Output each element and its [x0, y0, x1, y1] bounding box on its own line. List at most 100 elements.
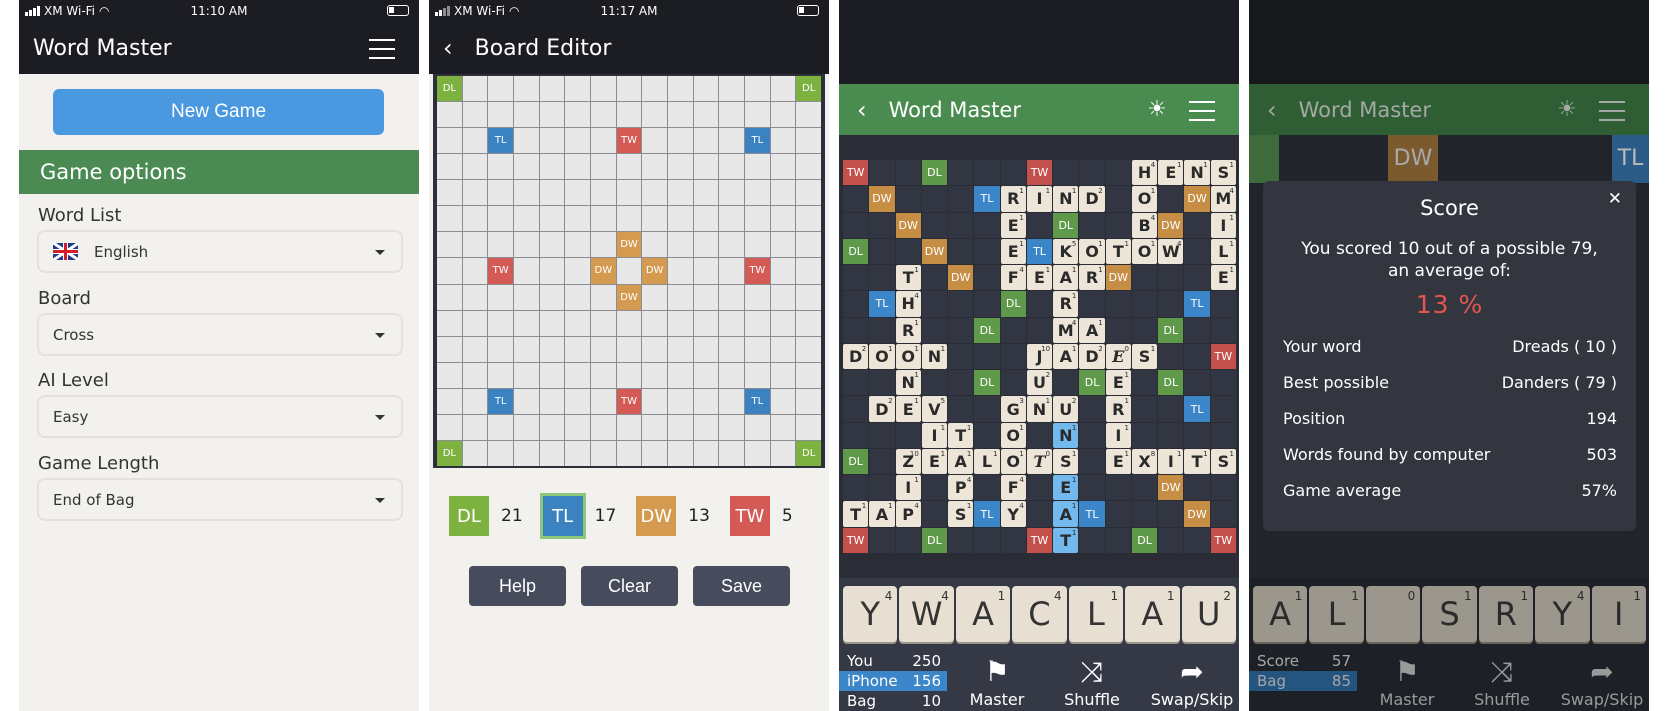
board-square[interactable] — [948, 527, 974, 553]
board-square[interactable] — [1184, 370, 1210, 396]
rack-tile[interactable]: 0 — [1365, 586, 1421, 642]
premium-square-dw[interactable]: DW — [1184, 501, 1210, 527]
premium-square-dw[interactable]: DW — [948, 265, 974, 291]
back-icon[interactable]: ‹ — [1267, 98, 1277, 122]
board-square[interactable] — [565, 336, 590, 362]
board-square[interactable] — [770, 310, 796, 336]
board-square[interactable] — [869, 527, 895, 553]
premium-square-tl[interactable]: TL — [974, 501, 1000, 527]
board-square[interactable] — [437, 102, 462, 128]
swap-skip-button[interactable]: ➦ Swap/Skip — [1557, 654, 1647, 709]
board-square[interactable] — [667, 310, 693, 336]
board-square[interactable] — [770, 180, 796, 206]
board-square[interactable] — [948, 238, 974, 265]
board-square[interactable] — [1210, 501, 1236, 527]
board-square[interactable] — [539, 206, 565, 232]
board-square[interactable] — [869, 448, 895, 475]
board-square[interactable] — [513, 336, 539, 362]
board-square[interactable] — [642, 180, 667, 206]
rack-tile[interactable]: A1 — [1125, 586, 1180, 642]
board-square[interactable] — [974, 475, 1000, 501]
board-square[interactable] — [1184, 265, 1210, 291]
board-square[interactable] — [590, 76, 616, 102]
sun-icon[interactable]: ☀ — [1145, 98, 1169, 122]
board-square[interactable] — [843, 291, 869, 317]
board-square[interactable] — [590, 206, 616, 232]
board-square[interactable] — [488, 336, 513, 362]
board-square[interactable] — [869, 160, 895, 186]
rack-tile[interactable]: U2 — [1181, 586, 1236, 642]
board-square[interactable] — [693, 180, 719, 206]
board-square[interactable] — [1158, 396, 1184, 422]
board-square[interactable] — [895, 527, 921, 553]
board-square[interactable] — [796, 388, 821, 414]
board-square[interactable] — [948, 186, 974, 212]
premium-square-dw[interactable]: DW — [616, 232, 642, 258]
board-square[interactable] — [1184, 212, 1210, 238]
rack-tile[interactable]: W4 — [899, 586, 954, 642]
premium-square-dl[interactable]: DL — [1053, 212, 1079, 238]
premium-square-tl[interactable]: TL — [1184, 291, 1210, 317]
board-square[interactable] — [1026, 212, 1053, 238]
board-square[interactable] — [462, 310, 488, 336]
board-square[interactable] — [895, 422, 921, 448]
board-square[interactable] — [948, 160, 974, 186]
board-square[interactable] — [843, 212, 869, 238]
board-square[interactable] — [796, 128, 821, 154]
board-square[interactable] — [719, 388, 744, 414]
board-square[interactable] — [437, 362, 462, 388]
premium-chip-tw[interactable]: TW — [729, 496, 770, 536]
board-square[interactable] — [513, 206, 539, 232]
board-square[interactable] — [462, 388, 488, 414]
board-square[interactable] — [869, 212, 895, 238]
board-square[interactable] — [667, 414, 693, 440]
board-square[interactable] — [642, 310, 667, 336]
board-square[interactable] — [667, 128, 693, 154]
board-square[interactable] — [693, 310, 719, 336]
board-square[interactable] — [590, 414, 616, 440]
board-square[interactable] — [719, 180, 744, 206]
board-square[interactable] — [462, 206, 488, 232]
board-square[interactable] — [693, 388, 719, 414]
board-square[interactable] — [642, 154, 667, 180]
board-square[interactable] — [1079, 291, 1105, 317]
board-square[interactable] — [1131, 396, 1158, 422]
board-square[interactable] — [565, 284, 590, 310]
board-square[interactable] — [1079, 160, 1105, 186]
board-square[interactable] — [437, 154, 462, 180]
board-square[interactable] — [744, 102, 770, 128]
board-square[interactable] — [1105, 160, 1131, 186]
board-square[interactable] — [616, 414, 642, 440]
board-square[interactable] — [590, 128, 616, 154]
board-square[interactable] — [590, 102, 616, 128]
board-square[interactable] — [1184, 527, 1210, 553]
premium-square-tl[interactable]: TL — [488, 388, 513, 414]
premium-square-tw[interactable]: TW — [616, 128, 642, 154]
board-square[interactable] — [843, 396, 869, 422]
board-square[interactable] — [974, 422, 1000, 448]
board-square[interactable] — [770, 102, 796, 128]
board-square[interactable] — [539, 362, 565, 388]
premium-square-dw[interactable]: DW — [642, 258, 667, 284]
board-square[interactable] — [437, 206, 462, 232]
premium-square-dl[interactable]: DL — [1079, 370, 1105, 396]
board-square[interactable] — [667, 102, 693, 128]
board-square[interactable] — [770, 232, 796, 258]
board-square[interactable] — [869, 317, 895, 343]
board-square[interactable] — [616, 362, 642, 388]
board-square[interactable] — [667, 440, 693, 466]
premium-square-dl[interactable]: DL — [1158, 370, 1184, 396]
board-square[interactable] — [565, 102, 590, 128]
board-square[interactable] — [1131, 370, 1158, 396]
board-square[interactable] — [693, 154, 719, 180]
board-square[interactable] — [590, 362, 616, 388]
board-square[interactable] — [974, 527, 1000, 553]
board-square[interactable] — [462, 414, 488, 440]
board-square[interactable] — [462, 102, 488, 128]
premium-square-dl[interactable]: DL — [921, 527, 948, 553]
legend-item-dw[interactable]: DW 13 — [636, 496, 710, 536]
premium-square-dl[interactable]: DL — [796, 76, 821, 102]
master-button[interactable]: ⚑ Master — [967, 654, 1027, 709]
board-square[interactable] — [744, 284, 770, 310]
premium-square-dl[interactable]: DL — [1131, 527, 1158, 553]
